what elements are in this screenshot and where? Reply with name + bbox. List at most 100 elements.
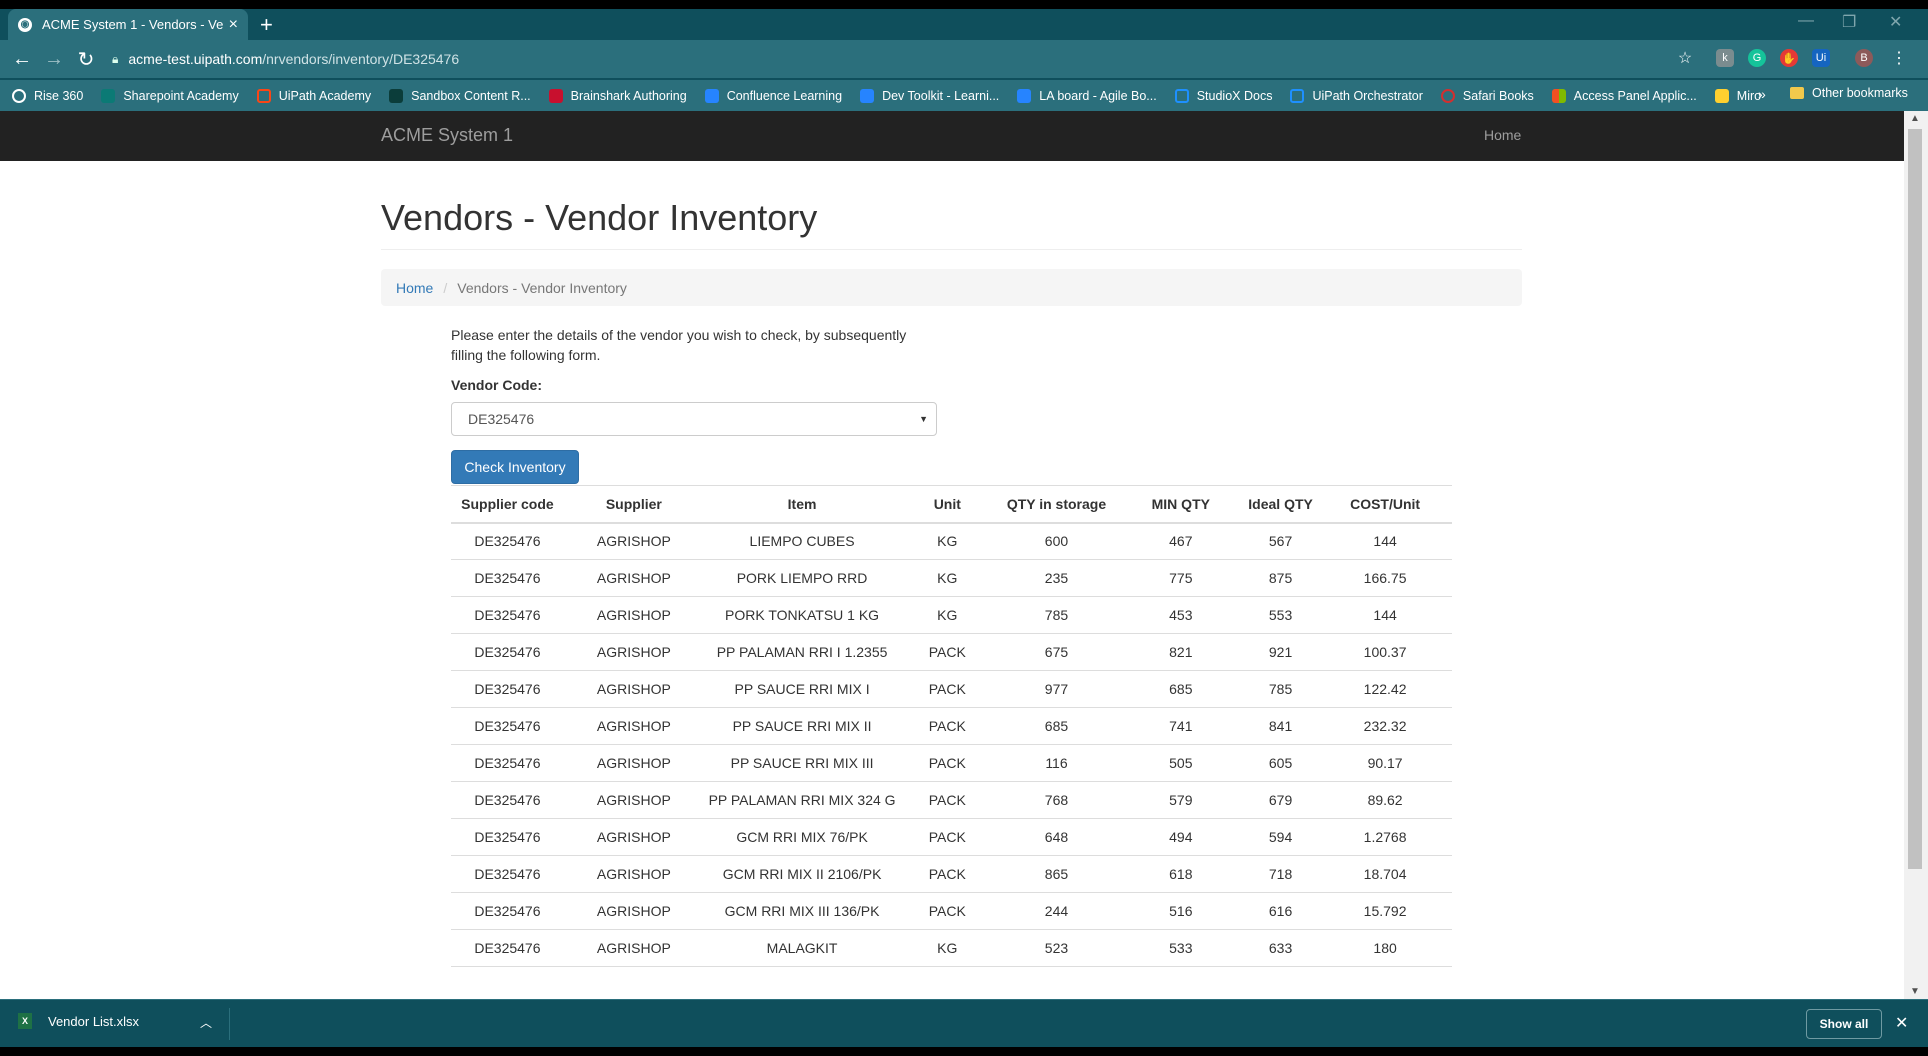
header-ideal-qty: Ideal QTY <box>1242 485 1319 524</box>
table-row: DE325476 AGRISHOP PP SAUCE RRI MIX I PACK 97… <box>451 670 1452 708</box>
cell-cost-unit: 15.792 <box>1318 892 1452 930</box>
download-item[interactable]: X Vendor List.xlsx <box>18 1013 139 1029</box>
extension-icon[interactable]: k <box>1716 49 1734 67</box>
bookmark-label: Dev Toolkit - Learni... <box>882 88 1000 103</box>
cell-qty-storage: 865 <box>994 855 1119 893</box>
other-bookmarks[interactable]: Other bookmarks <box>1790 86 1908 100</box>
cell-supplier: AGRISHOP <box>563 855 704 893</box>
bookmark-confluence[interactable]: Confluence Learning <box>704 88 843 103</box>
bookmark-label: Rise 360 <box>34 88 84 103</box>
header-supplier: Supplier <box>563 485 704 524</box>
bookmark-studiox-docs[interactable]: StudioX Docs <box>1174 88 1272 103</box>
window-close-icon[interactable]: ✕ <box>1889 12 1902 32</box>
bookmark-icon <box>101 88 116 103</box>
cell-qty-storage: 116 <box>994 744 1119 782</box>
cell-supplier: AGRISHOP <box>563 929 704 967</box>
download-bar-close-icon[interactable]: ✕ <box>1895 1013 1908 1033</box>
cell-min-qty: 579 <box>1118 781 1243 819</box>
cell-supplier-code: DE325476 <box>451 855 564 893</box>
bookmark-icon <box>256 88 271 103</box>
cell-ideal-qty: 875 <box>1242 559 1319 597</box>
star-icon[interactable]: ☆ <box>1676 49 1694 67</box>
cell-qty-storage: 785 <box>994 596 1119 634</box>
menu-icon[interactable]: ⋮ <box>1890 49 1908 67</box>
table-row: DE325476 AGRISHOP GCM RRI MIX III 136/PK PA… <box>451 892 1452 930</box>
cell-qty-storage: 675 <box>994 633 1119 671</box>
bookmark-uipath-orchestrator[interactable]: UiPath Orchestrator <box>1290 88 1423 103</box>
app-brand[interactable]: ACME System 1 <box>381 125 513 146</box>
browser-chrome: ◉ ACME System 1 - Vendors - Vend × + — ❐… <box>0 0 1928 111</box>
cell-supplier-code: DE325476 <box>451 596 564 634</box>
show-all-button[interactable]: Show all <box>1806 1009 1882 1039</box>
bookmarks-bar: Rise 360 Sharepoint Academy UiPath Acade… <box>0 80 1928 111</box>
new-tab-button[interactable]: + <box>260 12 273 38</box>
forward-icon[interactable]: → <box>38 48 70 71</box>
extension-red-icon[interactable]: ✋ <box>1780 49 1798 67</box>
bookmark-icon <box>1290 88 1305 103</box>
bookmark-miro[interactable]: Miro <box>1714 88 1761 103</box>
check-inventory-button[interactable]: Check Inventory <box>451 450 579 484</box>
bookmarks-overflow-icon[interactable]: » <box>1758 86 1766 102</box>
bookmark-label: Confluence Learning <box>726 88 843 103</box>
cell-supplier: AGRISHOP <box>563 818 704 856</box>
nav-home-link[interactable]: Home <box>1484 127 1521 143</box>
breadcrumb-home-link[interactable]: Home <box>396 280 433 296</box>
scroll-up-icon[interactable]: ▲ <box>1910 113 1920 124</box>
bookmark-icon <box>1551 88 1566 103</box>
address-bar[interactable]: 🔒︎ acme-test.uipath.com/nrvendors/invent… <box>112 51 459 67</box>
browser-tab[interactable]: ◉ ACME System 1 - Vendors - Vend × <box>8 9 248 40</box>
cell-unit: PACK <box>900 744 995 782</box>
cell-supplier: AGRISHOP <box>563 892 704 930</box>
cell-qty-storage: 648 <box>994 818 1119 856</box>
title-bar <box>0 0 1928 9</box>
bookmark-safari-books[interactable]: Safari Books <box>1440 88 1534 103</box>
cell-supplier: AGRISHOP <box>563 744 704 782</box>
cell-qty-storage: 600 <box>994 522 1119 560</box>
cell-item: MALAGKIT <box>703 929 901 967</box>
tab-close-icon[interactable]: × <box>229 16 238 34</box>
scroll-down-icon[interactable]: ▼ <box>1910 986 1920 997</box>
profile-avatar[interactable]: B <box>1855 49 1873 67</box>
cell-ideal-qty: 633 <box>1242 929 1319 967</box>
cell-min-qty: 618 <box>1118 855 1243 893</box>
bookmark-sharepoint-academy[interactable]: Sharepoint Academy <box>101 88 239 103</box>
header-cost-unit: COST/Unit <box>1318 485 1452 524</box>
cell-unit: PACK <box>900 892 995 930</box>
bookmark-sandbox-content[interactable]: Sandbox Content R... <box>389 88 531 103</box>
breadcrumb: Home / Vendors - Vendor Inventory <box>381 269 1522 306</box>
table-row: DE325476 AGRISHOP PP PALAMAN RRI MIX 324 G… <box>451 781 1452 819</box>
bookmark-access-panel[interactable]: Access Panel Applic... <box>1551 88 1697 103</box>
scrollbar-thumb[interactable] <box>1908 129 1922 869</box>
restore-icon[interactable]: ❐ <box>1842 12 1856 32</box>
cell-min-qty: 516 <box>1118 892 1243 930</box>
uipath-extension-icon[interactable]: Ui <box>1812 49 1830 67</box>
header-unit: Unit <box>900 485 995 524</box>
cell-supplier: AGRISHOP <box>563 522 704 560</box>
cell-unit: PACK <box>900 855 995 893</box>
vendor-code-select[interactable]: DE325476 ▼ <box>451 402 937 436</box>
grammarly-icon[interactable]: G <box>1748 49 1766 67</box>
cell-ideal-qty: 921 <box>1242 633 1319 671</box>
download-divider <box>229 1008 230 1040</box>
reload-icon[interactable]: ↻ <box>70 47 102 72</box>
excel-file-icon: X <box>18 1013 32 1029</box>
cell-cost-unit: 232.32 <box>1318 707 1452 745</box>
chevron-up-icon[interactable]: ︿ <box>200 1014 212 1031</box>
bookmark-dev-toolkit[interactable]: Dev Toolkit - Learni... <box>860 88 1000 103</box>
back-icon[interactable]: ← <box>6 48 38 71</box>
bookmark-uipath-academy[interactable]: UiPath Academy <box>256 88 371 103</box>
bookmark-rise-360[interactable]: Rise 360 <box>12 88 84 103</box>
cell-supplier-code: DE325476 <box>451 670 564 708</box>
breadcrumb-separator: / <box>443 279 448 296</box>
minimize-icon[interactable]: — <box>1798 12 1814 30</box>
cell-min-qty: 467 <box>1118 522 1243 560</box>
cell-item: PORK LIEMPO RRD <box>703 559 901 597</box>
cell-unit: PACK <box>900 781 995 819</box>
page-scrollbar[interactable]: ▲ ▼ <box>1904 111 1928 999</box>
bookmark-la-board[interactable]: LA board - Agile Bo... <box>1017 88 1157 103</box>
cell-supplier: AGRISHOP <box>563 633 704 671</box>
table-row: DE325476 AGRISHOP GCM RRI MIX II 2106/PK PA… <box>451 855 1452 893</box>
download-file-name: Vendor List.xlsx <box>48 1013 140 1029</box>
folder-icon <box>1790 87 1804 99</box>
bookmark-brainshark[interactable]: Brainshark Authoring <box>548 88 687 103</box>
